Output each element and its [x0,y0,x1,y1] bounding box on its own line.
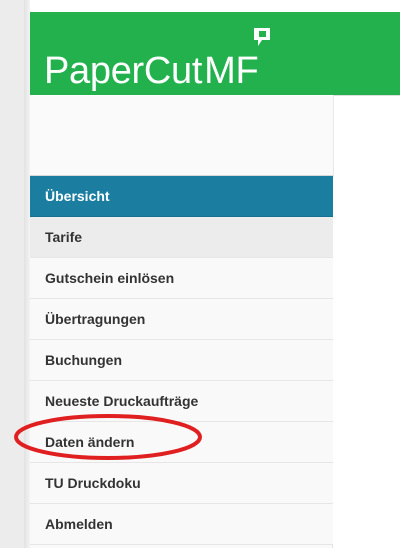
sidebar-item-tarife[interactable]: Tarife [30,217,333,258]
header-bar: PaperCutMF [30,12,400,95]
sidebar-item-label: Daten ändern [45,434,135,450]
sidebar-item-gutschein[interactable]: Gutschein einlösen [30,258,333,299]
sidebar-item-label: Übersicht [45,188,110,204]
sidebar-item-buchungen[interactable]: Buchungen [30,340,333,381]
papercut-logo[interactable]: PaperCutMF [44,28,271,92]
logo-brand-suffix: MF [204,50,259,92]
sidebar-item-label: Übertragungen [45,311,146,327]
logo-text: PaperCutMF [44,50,259,92]
sidebar-top-area [30,96,333,176]
content-area-edge [333,95,400,177]
logo-brand-name: PaperCut [44,50,203,92]
sidebar-item-label: Gutschein einlösen [45,270,175,286]
sidebar-nav: Übersicht Tarife Gutschein einlösen Über… [30,176,333,545]
sidebar-item-daten-aendern[interactable]: Daten ändern [30,422,333,463]
sidebar-item-uebertragungen[interactable]: Übertragungen [30,299,333,340]
papercut-app: PaperCutMF Übersicht Tarife Gutschein ei… [30,12,400,548]
sidebar-item-label: Buchungen [45,352,122,368]
sidebar-item-uebersicht[interactable]: Übersicht [30,176,333,217]
sidebar-item-label: Neueste Druckaufträge [45,393,199,409]
sidebar: Übersicht Tarife Gutschein einlösen Über… [30,96,333,548]
sidebar-item-label: Tarife [45,229,83,245]
sidebar-item-druckauftraege[interactable]: Neueste Druckaufträge [30,381,333,422]
sidebar-item-abmelden[interactable]: Abmelden [30,504,333,545]
sidebar-item-label: Abmelden [45,516,113,532]
sidebar-item-label: TU Druckdoku [45,475,141,491]
sidebar-item-druckdoku[interactable]: TU Druckdoku [30,463,333,504]
paper-flag-icon [254,28,271,46]
